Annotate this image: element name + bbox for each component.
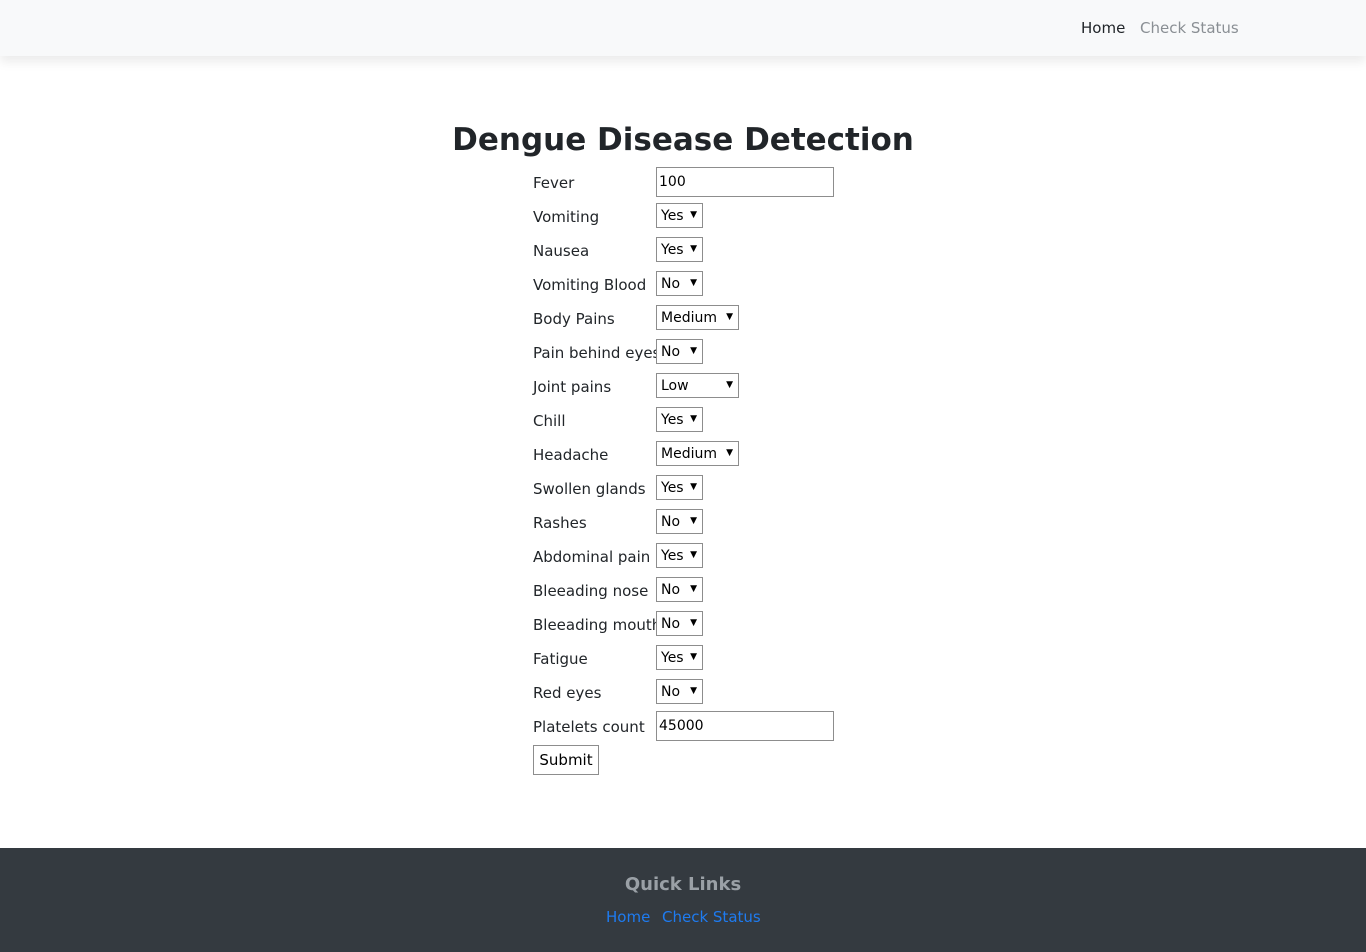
- dropdown-arrow-icon: ▼: [690, 618, 697, 628]
- footer: Quick Links Home Check Status: [0, 848, 1366, 952]
- platelets-count-label: Platelets count: [533, 718, 645, 736]
- dropdown-arrow-icon: ▼: [690, 550, 697, 560]
- nausea-select-value: Yes: [661, 242, 684, 258]
- fever-input[interactable]: [656, 167, 834, 197]
- dropdown-arrow-icon: ▼: [690, 686, 697, 696]
- joint-pains-select-value: Low: [661, 378, 689, 394]
- chill-select-value: Yes: [661, 412, 684, 428]
- abdominal-pain-select[interactable]: Yes ▼: [656, 543, 703, 568]
- joint-pains-label: Joint pains: [533, 378, 612, 396]
- body-pains-select[interactable]: Medium ▼: [656, 305, 739, 330]
- vomiting-blood-select[interactable]: No ▼: [656, 271, 703, 296]
- chill-select[interactable]: Yes ▼: [656, 407, 703, 432]
- red-eyes-select-value: No: [661, 684, 681, 700]
- dropdown-arrow-icon: ▼: [690, 652, 697, 662]
- rashes-select[interactable]: No ▼: [656, 509, 703, 534]
- chill-label: Chill: [533, 412, 566, 430]
- dropdown-arrow-icon: ▼: [726, 448, 733, 458]
- page-title: Dengue Disease Detection: [452, 122, 914, 158]
- red-eyes-label: Red eyes: [533, 684, 602, 702]
- dropdown-arrow-icon: ▼: [690, 346, 697, 356]
- nausea-select[interactable]: Yes ▼: [656, 237, 703, 262]
- abdominal-pain-label: Abdominal pain: [533, 548, 651, 566]
- headache-label: Headache: [533, 446, 609, 464]
- nausea-label: Nausea: [533, 242, 590, 260]
- dropdown-arrow-icon: ▼: [726, 380, 733, 390]
- footer-link-home[interactable]: Home: [606, 907, 650, 927]
- pain-behind-eyes-select[interactable]: No ▼: [656, 339, 703, 364]
- red-eyes-select[interactable]: No ▼: [656, 679, 703, 704]
- footer-title: Quick Links: [624, 874, 742, 895]
- fatigue-select-value: Yes: [661, 650, 684, 666]
- abdominal-pain-select-value: Yes: [661, 548, 684, 564]
- headache-select[interactable]: Medium ▼: [656, 441, 739, 466]
- dropdown-arrow-icon: ▼: [690, 278, 697, 288]
- bleeding-nose-select-value: No: [661, 582, 681, 598]
- submit-button[interactable]: Submit: [533, 745, 599, 775]
- bleeding-nose-select[interactable]: No ▼: [656, 577, 703, 602]
- body-pains-select-value: Medium: [661, 310, 717, 326]
- joint-pains-select[interactable]: Low ▼: [656, 373, 739, 398]
- pain-behind-eyes-label: Pain behind eyes: [533, 344, 661, 362]
- vomiting-select[interactable]: Yes ▼: [656, 203, 703, 228]
- body-pains-label: Body Pains: [533, 310, 615, 328]
- footer-link-check-status[interactable]: Check Status: [662, 907, 761, 927]
- dropdown-arrow-icon: ▼: [690, 414, 697, 424]
- bleeding-mouth-label: Bleeading mouth: [533, 616, 662, 634]
- dropdown-arrow-icon: ▼: [690, 244, 697, 254]
- dropdown-arrow-icon: ▼: [690, 516, 697, 526]
- vomiting-blood-select-value: No: [661, 276, 681, 292]
- nav-link-check-status[interactable]: Check Status: [1140, 18, 1239, 38]
- navbar: Home Check Status: [0, 0, 1366, 56]
- bleeding-nose-label: Bleeading nose: [533, 582, 649, 600]
- swollen-glands-label: Swollen glands: [533, 480, 646, 498]
- pain-behind-eyes-select-value: No: [661, 344, 681, 360]
- bleeding-mouth-select-value: No: [661, 616, 681, 632]
- rashes-select-value: No: [661, 514, 681, 530]
- fatigue-label: Fatigue: [533, 650, 588, 668]
- vomiting-select-value: Yes: [661, 208, 684, 224]
- fever-label: Fever: [533, 174, 575, 192]
- vomiting-label: Vomiting: [533, 208, 600, 226]
- swollen-glands-select-value: Yes: [661, 480, 684, 496]
- rashes-label: Rashes: [533, 514, 587, 532]
- dropdown-arrow-icon: ▼: [690, 482, 697, 492]
- headache-select-value: Medium: [661, 446, 717, 462]
- platelets-count-input[interactable]: [656, 711, 834, 741]
- fatigue-select[interactable]: Yes ▼: [656, 645, 703, 670]
- dropdown-arrow-icon: ▼: [690, 584, 697, 594]
- vomiting-blood-label: Vomiting Blood: [533, 276, 647, 294]
- dropdown-arrow-icon: ▼: [690, 210, 697, 220]
- swollen-glands-select[interactable]: Yes ▼: [656, 475, 703, 500]
- bleeding-mouth-select[interactable]: No ▼: [656, 611, 703, 636]
- dropdown-arrow-icon: ▼: [726, 312, 733, 322]
- nav-link-home[interactable]: Home: [1081, 18, 1125, 38]
